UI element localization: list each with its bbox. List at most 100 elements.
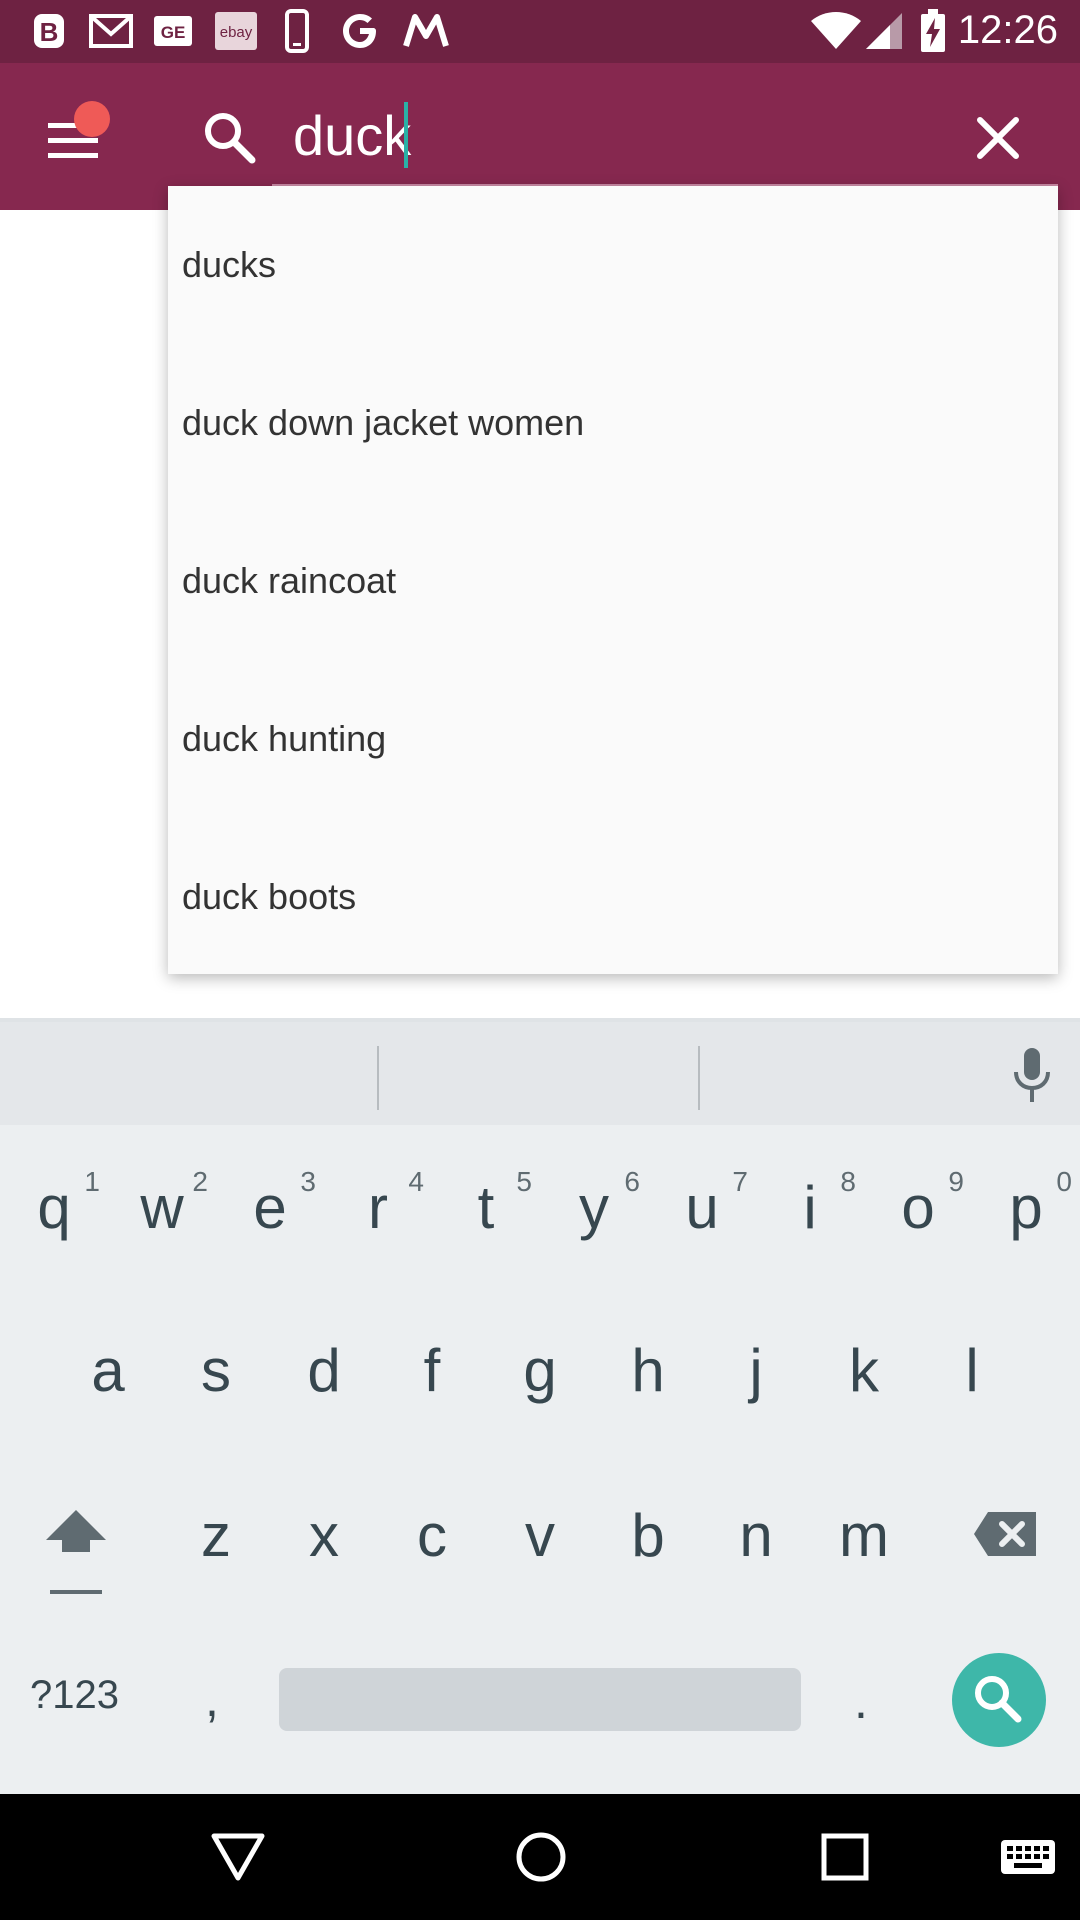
signal-icon (864, 10, 904, 52)
key-hint: 4 (408, 1166, 424, 1197)
suggestion-item[interactable]: duck boots (168, 818, 1058, 976)
key-hint: 9 (948, 1166, 964, 1197)
back-icon (211, 1833, 265, 1881)
shift-key[interactable] (44, 1506, 108, 1596)
key-label: h (631, 1337, 665, 1404)
gmail-icon (88, 10, 134, 52)
search-icon (975, 1676, 1022, 1723)
key-label: y (579, 1174, 609, 1241)
key-hint: 6 (624, 1166, 640, 1197)
keyboard-key[interactable]: 7u (662, 1166, 748, 1248)
ebay-icon: ebay (214, 10, 258, 52)
key-label: z (201, 1502, 231, 1569)
key-label: m (839, 1502, 889, 1569)
myntra-icon (402, 10, 450, 52)
strip-divider (698, 1046, 700, 1110)
search-action-key[interactable] (952, 1653, 1046, 1747)
suggestion-item[interactable]: duck hunting (168, 660, 1058, 818)
key-hint: 8 (840, 1166, 856, 1197)
close-icon (977, 117, 1019, 159)
keyboard-key[interactable]: 9o (878, 1166, 964, 1248)
battery-charging-icon (918, 9, 948, 52)
keyboard-key[interactable]: 3e (230, 1166, 316, 1248)
keyboard-key[interactable]: 0p (986, 1166, 1072, 1248)
notification-dot (74, 101, 110, 137)
mic-icon (1014, 1048, 1050, 1102)
backspace-key[interactable] (972, 1510, 1038, 1558)
key-label: q (37, 1174, 71, 1241)
key-label: t (477, 1174, 495, 1241)
key-hint: 3 (300, 1166, 316, 1197)
keyboard-key[interactable]: a (68, 1341, 148, 1411)
comma-key[interactable]: , (205, 1670, 219, 1728)
key-hint: 0 (1056, 1166, 1072, 1197)
keyboard-key[interactable]: z (176, 1506, 256, 1576)
keyboard-key[interactable]: b (608, 1506, 688, 1576)
key-hint: 5 (516, 1166, 532, 1197)
keyboard-key[interactable]: 8i (770, 1166, 856, 1248)
strip-divider (377, 1046, 379, 1110)
symbols-key[interactable]: ?123 (30, 1673, 119, 1718)
keyboard-switch-icon (1001, 1840, 1055, 1874)
key-label: w (140, 1174, 184, 1241)
keyboard-key[interactable]: l (932, 1341, 1012, 1411)
keyboard-key[interactable]: 1q (14, 1166, 100, 1248)
suggestion-item[interactable]: ducks (168, 186, 1058, 344)
key-label: r (368, 1174, 388, 1241)
search-icon (200, 108, 260, 168)
key-label: p (1009, 1174, 1043, 1241)
keyboard-key[interactable]: m (824, 1506, 904, 1576)
home-button[interactable] (514, 1830, 568, 1884)
key-label: f (423, 1337, 441, 1404)
b-app-icon: B (30, 10, 68, 52)
keyboard-key[interactable]: 4r (338, 1166, 424, 1248)
navigation-bar (0, 1794, 1080, 1920)
key-label: e (253, 1174, 287, 1241)
space-bar[interactable] (279, 1668, 801, 1731)
clear-search-button[interactable] (970, 110, 1026, 166)
recents-button[interactable] (820, 1832, 870, 1882)
suggestion-item[interactable]: duck raincoat (168, 502, 1058, 660)
key-label: b (631, 1502, 665, 1569)
key-label: c (417, 1502, 447, 1569)
key-label: i (803, 1174, 817, 1241)
suggestion-item[interactable]: duck down jacket women (168, 344, 1058, 502)
keyboard-key[interactable]: 2w (122, 1166, 208, 1248)
key-label: n (739, 1502, 773, 1569)
shift-icon (46, 1510, 106, 1594)
ebay-label: ebay (220, 24, 253, 41)
key-label: d (307, 1337, 341, 1404)
keyboard-switch-button[interactable] (1000, 1838, 1056, 1878)
status-bar: B GE ebay 12:26 (0, 0, 1080, 63)
back-button[interactable] (210, 1832, 266, 1882)
key-label: a (91, 1337, 125, 1404)
keyboard-key[interactable]: k (824, 1341, 904, 1411)
search-input[interactable]: duck (293, 100, 411, 172)
key-label: j (749, 1337, 763, 1404)
wifi-icon (808, 10, 864, 52)
keyboard-key[interactable]: h (608, 1341, 688, 1411)
keyboard-key[interactable]: j (716, 1341, 796, 1411)
text-cursor (404, 102, 408, 168)
voice-input-button[interactable] (1008, 1046, 1056, 1106)
keyboard-key[interactable]: d (284, 1341, 364, 1411)
key-label: u (685, 1174, 719, 1241)
keyboard-key[interactable]: n (716, 1506, 796, 1576)
google-icon (338, 10, 382, 52)
key-label: x (309, 1502, 339, 1569)
keyboard-key[interactable]: 6y (554, 1166, 640, 1248)
status-time: 12:26 (957, 8, 1058, 52)
key-hint: 7 (732, 1166, 748, 1197)
keyboard-key[interactable]: 5t (446, 1166, 532, 1248)
keyboard-key[interactable]: v (500, 1506, 580, 1576)
period-key[interactable]: . (854, 1672, 868, 1730)
keyboard-key[interactable]: g (500, 1341, 580, 1411)
keyboard-key[interactable]: f (392, 1341, 472, 1411)
key-label: o (901, 1174, 935, 1241)
keyboard-key[interactable]: x (284, 1506, 364, 1576)
key-label: g (523, 1337, 557, 1404)
keyboard-key[interactable]: s (176, 1341, 256, 1411)
keyboard-key[interactable]: c (392, 1506, 472, 1576)
phone-icon (282, 9, 312, 53)
key-label: v (525, 1502, 555, 1569)
